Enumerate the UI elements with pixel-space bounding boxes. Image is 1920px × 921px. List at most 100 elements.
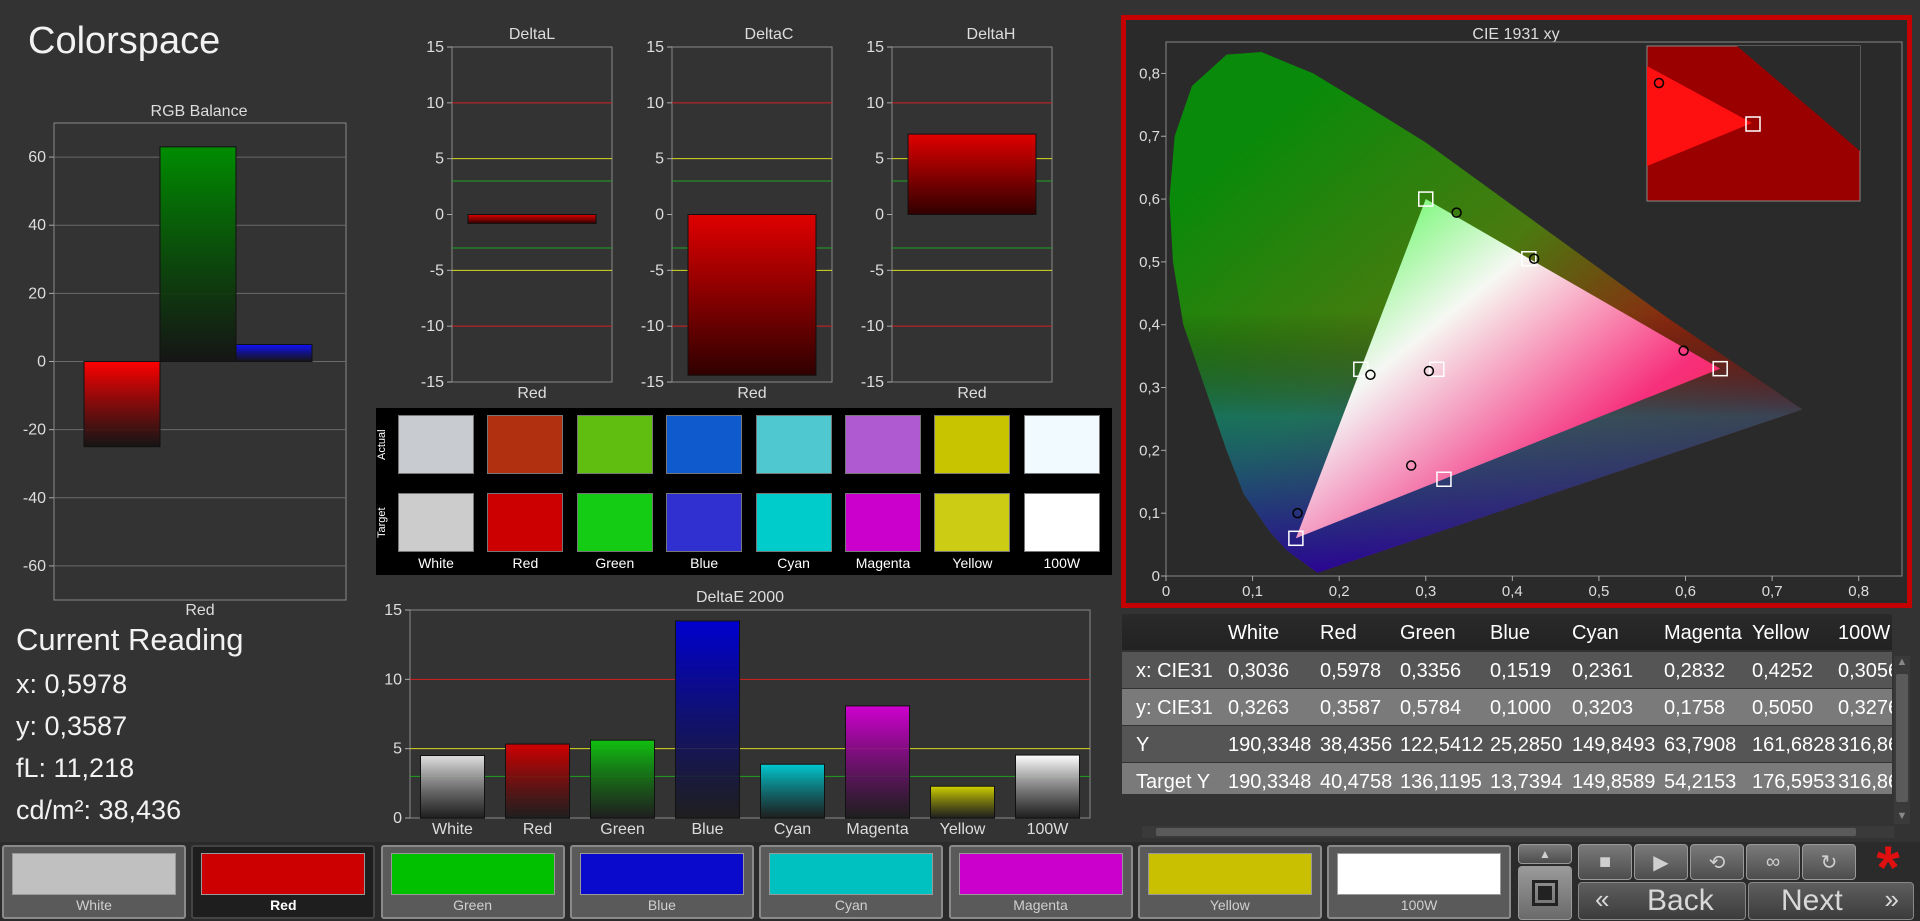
back-label: Back xyxy=(1647,884,1714,917)
horizontal-scroll-thumb[interactable] xyxy=(1156,828,1856,836)
play-button[interactable]: ▶ xyxy=(1634,844,1688,880)
loop-button[interactable]: ⟲ xyxy=(1690,844,1744,880)
table-cell: 149,8493 xyxy=(1572,734,1656,756)
continuous-button[interactable]: ∞ xyxy=(1746,844,1800,880)
cie-x-tick-label: 0,5 xyxy=(1589,583,1610,600)
table-row: Target Y 190,3348 40,4758 136,1195 13,7394 14… xyxy=(1122,763,1892,794)
deltae-bar-green xyxy=(590,739,655,819)
deltae-tick-label: 15 xyxy=(384,602,402,619)
delta-tick-label: 5 xyxy=(655,151,664,168)
patch-button-red[interactable]: Red xyxy=(191,845,376,919)
table-cell: White xyxy=(1228,622,1280,644)
table-row: x: CIE31 0,3036 0,5978 0,3356 0,1519 0,2361 0,… xyxy=(1122,652,1892,688)
table-cell: 0,5978 xyxy=(1320,660,1382,682)
actual-swatch-white xyxy=(398,415,474,474)
double-chevron-left-icon: « xyxy=(1595,884,1610,914)
patch-button-100w[interactable]: 100W xyxy=(1327,845,1512,919)
patch-label: Magenta xyxy=(1013,897,1068,913)
patch-color-swatch xyxy=(579,853,744,895)
scroll-down-icon[interactable]: ▼ xyxy=(1895,810,1909,824)
cie-x-tick-label: 0,3 xyxy=(1415,583,1436,600)
delta-bar-red xyxy=(467,214,597,224)
row-header: x: CIE31 xyxy=(1136,660,1213,682)
delta-category-label: Red xyxy=(517,385,546,402)
patch-button-yellow[interactable]: Yellow xyxy=(1137,845,1322,919)
patch-color-swatch xyxy=(12,853,176,895)
delta-category-label: Red xyxy=(737,385,766,402)
delta-bar-red xyxy=(907,133,1037,215)
delta-tick-label: -10 xyxy=(861,318,884,335)
cie-y-tick-label: 0,2 xyxy=(1139,442,1160,459)
row-header: y: CIE31 xyxy=(1136,697,1213,719)
delta-c-chart: 15 10 5 0 -5 -10 -15 Red xyxy=(641,40,833,402)
delta-tick-label: 10 xyxy=(426,95,444,112)
table-cell: 161,6828 xyxy=(1752,734,1836,756)
stop-icon: ■ xyxy=(1598,850,1612,873)
deltae-category-label: Cyan xyxy=(774,821,811,838)
deltae-category-label: Magenta xyxy=(846,821,908,838)
rgb-tick-label: -40 xyxy=(23,490,46,507)
delta-tick-label: -15 xyxy=(861,374,884,391)
next-button[interactable]: Next » xyxy=(1748,882,1914,920)
table-cell: 0,1519 xyxy=(1490,660,1552,682)
cie-x-tick-label: 0,6 xyxy=(1675,583,1696,600)
patch-label: Cyan xyxy=(834,897,868,913)
delta-tick-label: -10 xyxy=(421,318,444,335)
table-cell: 316,86 xyxy=(1838,734,1892,756)
table-cell: 0,5050 xyxy=(1752,697,1814,719)
patch-button-magenta[interactable]: Magenta xyxy=(948,845,1133,919)
patch-button-blue[interactable]: Blue xyxy=(569,845,754,919)
double-chevron-right-icon: » xyxy=(1884,884,1899,914)
deltae-bar-yellow xyxy=(930,785,995,819)
deltae-bar-cyan xyxy=(760,763,825,819)
table-cell: 13,7394 xyxy=(1490,771,1563,793)
rgb-tick-label: 40 xyxy=(28,217,46,234)
deltae-category-label: Green xyxy=(600,821,644,838)
patch-color-swatch xyxy=(1147,853,1312,895)
swatch-label: Green xyxy=(595,555,635,571)
target-swatch-cyan xyxy=(755,493,832,552)
cie-y-tick-label: 0,6 xyxy=(1139,191,1160,208)
back-button[interactable]: « Back xyxy=(1578,882,1746,920)
cie-y-tick-label: 0 xyxy=(1152,568,1160,585)
deltae-chart: 15 10 5 0 White Red Green Blue Cyan Magenta Yellow… xyxy=(384,602,1091,838)
patch-button-white[interactable]: White xyxy=(2,845,186,919)
table-vertical-scrollbar[interactable]: ▲ ▼ xyxy=(1894,656,1910,824)
up-button[interactable]: ▲ xyxy=(1518,844,1572,864)
table-horizontal-scrollbar[interactable] xyxy=(1142,826,1894,838)
patch-button-cyan[interactable]: Cyan xyxy=(759,845,944,919)
asterisk-icon[interactable]: * xyxy=(1862,838,1914,898)
record-icon xyxy=(1519,867,1571,919)
delta-tick-label: 0 xyxy=(875,207,884,224)
table-cell: 100W xyxy=(1838,622,1891,644)
table-cell: 149,8589 xyxy=(1572,771,1656,793)
deltae-category-label: White xyxy=(432,821,473,838)
table-row: y: CIE31 0,3263 0,3587 0,5784 0,1000 0,3203 0,… xyxy=(1122,689,1892,725)
scroll-up-icon[interactable]: ▲ xyxy=(1895,656,1909,670)
target-swatch-red xyxy=(487,493,564,552)
vertical-scroll-thumb[interactable] xyxy=(1896,674,1908,802)
rgb-tick-label: 0 xyxy=(37,354,46,371)
cie-y-tick-label: 0,4 xyxy=(1139,317,1160,334)
record-button[interactable] xyxy=(1518,866,1572,920)
cie-x-tick-label: 0,2 xyxy=(1329,583,1350,600)
patch-label: Green xyxy=(453,897,493,913)
delta-tick-label: 15 xyxy=(426,40,444,56)
patch-label: Red xyxy=(270,897,297,913)
swatch-label: Red xyxy=(512,555,539,571)
rgb-tick-label: -60 xyxy=(23,558,46,575)
cie-x-tick-label: 0,4 xyxy=(1502,583,1523,600)
cie-x-tick-label: 0,7 xyxy=(1762,583,1783,600)
delta-bar-red xyxy=(687,214,817,376)
table-cell: Blue xyxy=(1490,622,1531,644)
refresh-button[interactable]: ↻ xyxy=(1802,844,1856,880)
delta-tick-label: 5 xyxy=(435,151,444,168)
deltae-category-label: Red xyxy=(523,821,552,838)
table-cell: 0,3056 xyxy=(1838,660,1892,682)
patch-button-green[interactable]: Green xyxy=(380,845,565,919)
table-cell: 54,2153 xyxy=(1664,771,1737,793)
stop-button[interactable]: ■ xyxy=(1578,844,1632,880)
next-label: Next xyxy=(1781,884,1843,917)
cie-x-tick-label: 0,1 xyxy=(1242,583,1263,600)
table-cell: 176,5953 xyxy=(1752,771,1836,793)
